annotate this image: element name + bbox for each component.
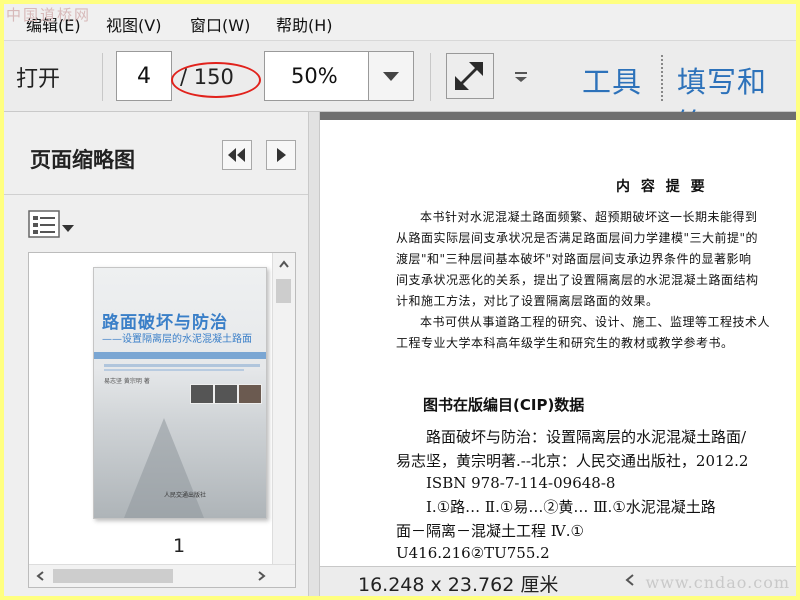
zoom-dropdown-button[interactable] xyxy=(368,52,413,100)
cover-photo xyxy=(190,384,214,404)
page-thumbnails-panel: 页面缩略图 路面破坏与防治 ——设置隔离层的水泥混凝土路面 易志坚 黄宗明 著 … xyxy=(4,112,308,596)
toolbar-divider xyxy=(102,53,103,101)
cover-publisher: 人民交通出版社 xyxy=(164,492,207,499)
panel-title: 页面缩略图 xyxy=(30,148,135,172)
menu-help[interactable]: 帮助(H) xyxy=(276,12,333,36)
menu-icon xyxy=(515,72,527,82)
scrollbar-thumb[interactable] xyxy=(276,279,291,303)
toolbar-divider xyxy=(430,53,431,101)
list-options-icon xyxy=(28,210,74,238)
cover-subtitle: ——设置隔离层的水泥混凝土路面 xyxy=(102,334,252,345)
cip-line: ISBN 978-7-114-09648-8 xyxy=(426,474,616,492)
watermark-url: www.cndao.com xyxy=(645,573,790,592)
document-view[interactable]: 内 容 提 要 本书针对水泥混凝土路面频繁、超预期破坏这一长期未能得到 从路面实… xyxy=(320,112,796,596)
zoom-value: 50% xyxy=(291,64,338,88)
double-chevron-left-icon xyxy=(228,148,245,162)
chevron-right-icon xyxy=(277,148,286,162)
cover-photo xyxy=(214,384,238,404)
highlight-annotation-oval xyxy=(171,62,261,98)
summary-line: 本书可供从事道路工程的研究、设计、施工、监理等工程技术人 xyxy=(420,315,771,329)
thumbnail-list[interactable]: 路面破坏与防治 ——设置隔离层的水泥混凝土路面 易志坚 黄宗明 著 人民交通出版… xyxy=(28,252,296,588)
cip-line: U416.216②TU755.2 xyxy=(396,544,550,562)
scroll-left-icon[interactable] xyxy=(624,573,636,587)
scroll-left-icon xyxy=(36,571,44,581)
watermark-logo: 中国道桥网 xyxy=(6,6,92,24)
summary-line: 从路面实际层间支承状况是否满足路面层间力学建模"三大前提"的 xyxy=(396,231,759,245)
zoom-select[interactable]: 50% xyxy=(264,51,414,101)
cip-heading: 图书在版编目(CIP)数据 xyxy=(423,396,585,414)
toolbar-divider xyxy=(661,55,663,101)
menu-bar: 编辑(E) 视图(V) 窗口(W) 帮助(H) xyxy=(4,4,796,41)
cip-line: Ⅰ.①路… Ⅱ.①易…②黄… Ⅲ.①水泥混凝土路 xyxy=(426,498,716,516)
cover-stripe xyxy=(94,352,266,359)
summary-line: 计和施工方法，对比了设置隔离层路面的效果。 xyxy=(396,294,659,308)
open-button[interactable]: 打开 xyxy=(16,61,60,93)
toolbar: 打开 4 / 150 50% 工具 填写和签 xyxy=(4,41,796,141)
page-thumbnail[interactable]: 路面破坏与防治 ——设置隔离层的水泥混凝土路面 易志坚 黄宗明 著 人民交通出版… xyxy=(93,267,267,519)
summary-line: 间支承状况恶化的关系，提出了设置隔离层的水泥混凝土路面结构 xyxy=(396,273,759,287)
summary-line: 渡层"和"三种层间基本破坏"对路面层间支承边界条件的显著影响 xyxy=(396,252,752,266)
cover-road-image xyxy=(124,418,204,518)
page-size-readout: 16.248 x 23.762 厘米 xyxy=(358,574,559,596)
full-screen-button[interactable] xyxy=(446,53,494,99)
expand-panel-button[interactable] xyxy=(266,140,296,170)
menu-view[interactable]: 视图(V) xyxy=(106,12,161,36)
page-edge xyxy=(320,112,796,120)
thumbnail-options-button[interactable] xyxy=(28,208,80,242)
page-number-input[interactable]: 4 xyxy=(116,51,172,101)
chevron-down-icon xyxy=(383,72,399,81)
cover-authors: 易志坚 黄宗明 著 xyxy=(104,378,150,385)
cip-line: 易志坚，黄宗明著.--北京：人民交通出版社，2012.2 xyxy=(396,452,749,470)
horizontal-scrollbar[interactable] xyxy=(29,564,295,587)
cip-line: 路面破坏与防治：设置隔离层的水泥混凝土路面/ xyxy=(426,428,747,446)
panel-splitter[interactable] xyxy=(308,112,320,596)
panel-divider xyxy=(4,194,308,195)
toolbar-options-button[interactable] xyxy=(513,69,529,88)
thumbnail-page-number: 1 xyxy=(173,535,186,557)
cip-line: 面－隔离－混凝土工程 Ⅳ.① xyxy=(396,522,584,540)
scroll-up-icon xyxy=(279,260,289,268)
cover-english-subtitle xyxy=(104,369,244,371)
collapse-panel-button[interactable] xyxy=(222,140,252,170)
summary-line: 工程专业大学本科高年级学生和研究生的教材或教学参考书。 xyxy=(396,336,734,350)
summary-heading: 内 容 提 要 xyxy=(616,179,708,195)
tools-link[interactable]: 工具 xyxy=(582,59,642,101)
vertical-scrollbar[interactable] xyxy=(272,253,295,587)
summary-line: 本书针对水泥混凝土路面频繁、超预期破坏这一长期未能得到 xyxy=(420,210,758,224)
menu-window[interactable]: 窗口(W) xyxy=(190,12,250,36)
scrollbar-thumb[interactable] xyxy=(53,569,173,583)
cover-english-title xyxy=(104,364,260,367)
expand-arrows-icon xyxy=(455,62,483,90)
app-window: 编辑(E) 视图(V) 窗口(W) 帮助(H) 打开 4 / 150 50% 工… xyxy=(4,4,796,596)
scroll-right-icon xyxy=(258,571,266,581)
cover-photo xyxy=(238,384,262,404)
